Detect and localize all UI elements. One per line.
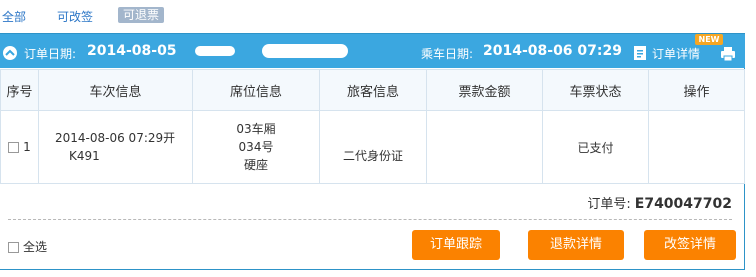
change-detail-button[interactable]: 改签详情 xyxy=(644,230,736,260)
filter-all-link[interactable]: 全部 xyxy=(2,8,26,25)
ride-date-value: 2014-08-06 07:29 xyxy=(483,43,622,59)
column-header: 操作 xyxy=(648,69,745,111)
printer-icon[interactable] xyxy=(720,46,736,62)
column-header: 票款金额 xyxy=(426,69,543,111)
filter-refundable-tab[interactable]: 可退票 xyxy=(118,7,164,23)
ticket-status: 已支付 xyxy=(542,110,649,184)
train-info-cell: 2014-08-06 07:29开 K491 xyxy=(38,110,193,184)
table-header-row: 序号 车次信息 席位信息 旅客信息 票款金额 车票状态 操作 xyxy=(0,69,745,111)
order-track-button[interactable]: 订单跟踪 xyxy=(412,230,500,260)
column-header: 序号 xyxy=(0,69,39,111)
column-header: 车次信息 xyxy=(38,69,193,111)
column-header: 席位信息 xyxy=(192,69,320,111)
row-index: 1 xyxy=(23,140,31,154)
ride-date-label: 乘车日期: xyxy=(421,47,474,61)
order-number-label: 订单号: xyxy=(587,197,631,212)
orders-table: 序号 车次信息 席位信息 旅客信息 票款金额 车票状态 操作 1 2014-08… xyxy=(0,69,745,184)
seat-number: 034号 xyxy=(238,140,274,154)
order-panel: 订单日期: 2014-08-05 乘车日期: 2014-08-06 07:29 … xyxy=(0,33,745,270)
seat-car: 03车厢 xyxy=(236,122,276,136)
action-cell xyxy=(648,110,745,184)
document-icon[interactable] xyxy=(634,46,646,60)
order-number-value: E740047702 xyxy=(634,196,732,212)
passenger-id-type: 二代身份证 xyxy=(342,149,403,163)
row-index-cell: 1 xyxy=(0,110,39,184)
new-badge: NEW xyxy=(695,34,723,45)
order-detail-link[interactable]: 订单详情 xyxy=(652,45,700,62)
seat-info-cell: 03车厢 034号 硬座 xyxy=(192,110,320,184)
select-all-checkbox[interactable] xyxy=(8,242,19,253)
filter-changeable-link[interactable]: 可改签 xyxy=(57,8,93,25)
table-row: 1 2014-08-06 07:29开 K491 03车厢 034号 硬座 二代… xyxy=(0,110,745,184)
select-all-label: 全选 xyxy=(23,240,48,254)
amount-cell xyxy=(426,110,543,184)
masked-text xyxy=(262,44,348,58)
train-number: K491 xyxy=(69,149,100,163)
divider xyxy=(8,219,732,220)
order-date-label: 订单日期: xyxy=(24,47,77,61)
filter-bar: 全部 可改签 可退票 xyxy=(0,5,756,25)
seat-class: 硬座 xyxy=(243,158,268,172)
row-checkbox[interactable] xyxy=(8,142,20,153)
train-departure: 2014-08-06 07:29开 xyxy=(55,131,176,145)
masked-text xyxy=(195,46,235,56)
order-number: 订单号: E740047702 xyxy=(587,193,732,212)
order-header: 订单日期: 2014-08-05 乘车日期: 2014-08-06 07:29 … xyxy=(0,34,745,68)
collapse-icon[interactable] xyxy=(3,46,17,60)
column-header: 车票状态 xyxy=(542,69,649,111)
select-all[interactable]: 全选 xyxy=(8,238,47,255)
refund-detail-button[interactable]: 退款详情 xyxy=(528,230,624,260)
passenger-info-cell: 二代身份证 xyxy=(319,110,427,184)
order-date-value: 2014-08-05 xyxy=(87,43,177,59)
column-header: 旅客信息 xyxy=(319,69,427,111)
